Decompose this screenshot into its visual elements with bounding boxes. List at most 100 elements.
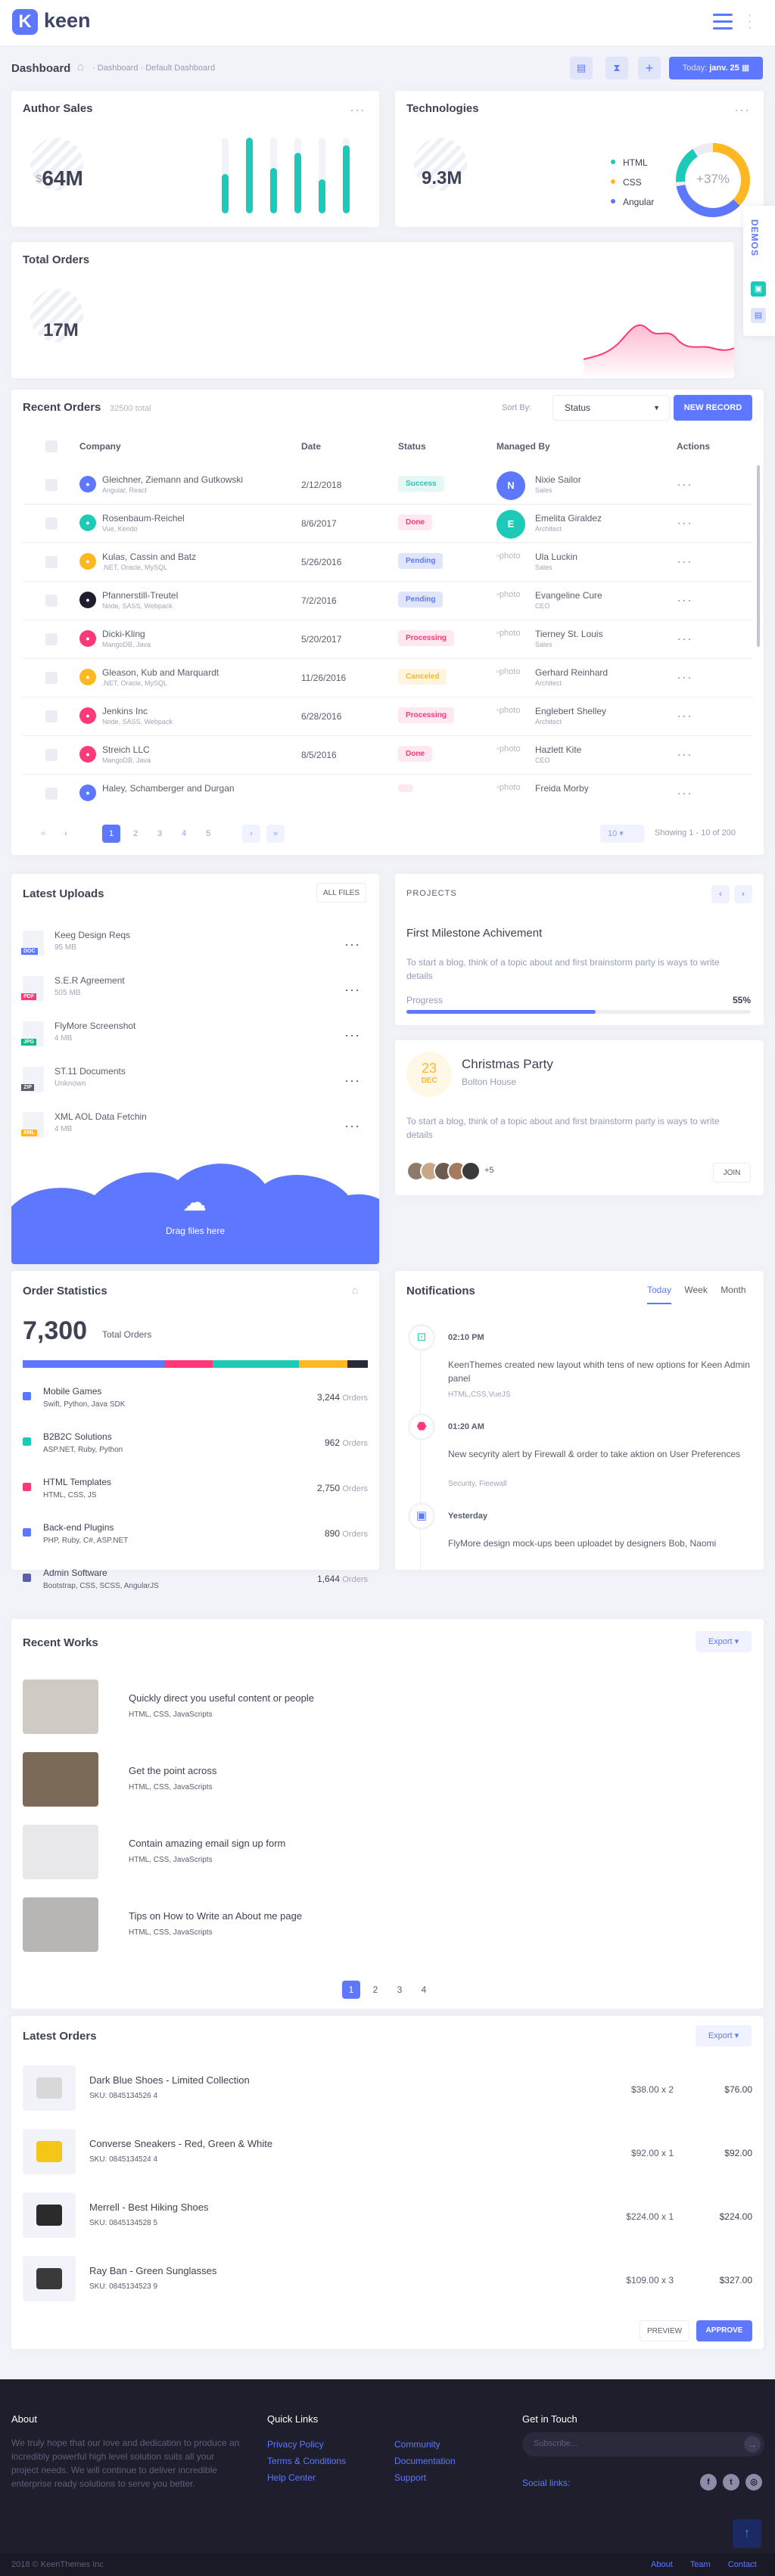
file-name[interactable]: S.E.R Agreement bbox=[54, 975, 125, 986]
company-name[interactable]: Jenkins Inc bbox=[102, 706, 148, 716]
subscribe-button[interactable]: → bbox=[744, 2436, 761, 2453]
toolbar-add-button[interactable]: + bbox=[638, 57, 661, 79]
link-support[interactable]: Support bbox=[394, 2469, 515, 2486]
settings-icon[interactable]: ⌂ bbox=[352, 1284, 358, 1296]
page-button-3[interactable]: 3 bbox=[151, 825, 169, 843]
tab-today[interactable]: Today bbox=[647, 1285, 672, 1304]
order-item[interactable]: Dark Blue Shoes - Limited Collection SKU:… bbox=[23, 2062, 752, 2115]
row-actions-icon[interactable]: ··· bbox=[677, 477, 693, 491]
stat-name[interactable]: Admin Software bbox=[43, 1568, 107, 1578]
table-scrollbar[interactable] bbox=[757, 465, 760, 647]
preview-button[interactable]: PREVIEW bbox=[640, 2320, 689, 2341]
manager-name[interactable]: Evangeline Cure bbox=[535, 590, 602, 601]
row-checkbox[interactable] bbox=[45, 672, 58, 684]
tab-week[interactable]: Week bbox=[684, 1285, 707, 1295]
product-name[interactable]: Dark Blue Shoes - Limited Collection bbox=[89, 2074, 250, 2086]
stat-name[interactable]: B2B2C Solutions bbox=[43, 1431, 112, 1442]
project-title[interactable]: First Milestone Achivement bbox=[406, 927, 542, 940]
drop-label[interactable]: Drag files here bbox=[11, 1226, 379, 1236]
twitter-icon[interactable]: t bbox=[723, 2474, 739, 2491]
bottom-contact[interactable]: Contact bbox=[728, 2560, 757, 2569]
link-privacy[interactable]: Privacy Policy bbox=[267, 2436, 388, 2453]
first-page-button[interactable]: « bbox=[34, 825, 52, 843]
row-checkbox[interactable] bbox=[45, 749, 58, 761]
col-managed-by[interactable]: Managed By bbox=[496, 441, 550, 452]
all-files-button[interactable]: ALL FILES bbox=[316, 883, 366, 903]
work-item[interactable]: Tips on How to Write an About me page HTM… bbox=[23, 1897, 752, 1955]
col-company[interactable]: Company bbox=[79, 441, 121, 452]
works-page-3[interactable]: 3 bbox=[391, 1981, 409, 1999]
company-name[interactable]: Gleason, Kub and Marquardt bbox=[102, 667, 219, 678]
new-record-button[interactable]: NEW RECORD bbox=[674, 395, 752, 421]
page-button-2[interactable]: 2 bbox=[126, 825, 145, 843]
more-icon[interactable]: ··· bbox=[350, 103, 366, 117]
company-name[interactable]: Pfannerstill-Treutel bbox=[102, 590, 178, 601]
col-actions[interactable]: Actions bbox=[677, 441, 710, 452]
product-name[interactable]: Ray Ban - Green Sunglasses bbox=[89, 2265, 216, 2276]
toolbar-button-2[interactable]: ⧗ bbox=[605, 57, 628, 79]
instagram-icon[interactable]: ◎ bbox=[745, 2474, 762, 2491]
stat-name[interactable]: Mobile Games bbox=[43, 1386, 101, 1397]
prev-page-button[interactable]: ‹ bbox=[57, 825, 75, 843]
works-page-4[interactable]: 4 bbox=[415, 1981, 433, 1999]
upload-item[interactable]: PDF S.E.R Agreement 505 MB ··· bbox=[21, 972, 368, 1010]
file-more-icon[interactable]: ··· bbox=[344, 983, 360, 996]
event-title[interactable]: Christmas Party bbox=[462, 1057, 553, 1072]
next-page-button[interactable]: › bbox=[242, 825, 260, 843]
last-page-button[interactable]: » bbox=[266, 825, 285, 843]
manager-name[interactable]: Freida Morby bbox=[535, 783, 589, 794]
work-title[interactable]: Contain amazing email sign up form bbox=[129, 1838, 285, 1849]
file-more-icon[interactable]: ··· bbox=[344, 937, 360, 951]
row-actions-icon[interactable]: ··· bbox=[677, 516, 693, 530]
logo-icon[interactable]: K bbox=[12, 9, 38, 35]
prev-project-button[interactable]: ‹ bbox=[711, 885, 730, 903]
export-button[interactable]: Export ▾ bbox=[696, 2025, 752, 2046]
row-actions-icon[interactable]: ··· bbox=[677, 670, 693, 684]
file-name[interactable]: FlyMore Screenshot bbox=[54, 1021, 135, 1031]
order-item[interactable]: Converse Sneakers - Red, Green & White SK… bbox=[23, 2125, 752, 2178]
row-checkbox[interactable] bbox=[45, 710, 58, 722]
tab-month[interactable]: Month bbox=[721, 1285, 745, 1295]
notification-item[interactable]: ▣ Yesterday FlyMore design mock-ups been u… bbox=[406, 1502, 752, 1570]
file-name[interactable]: XML AOL Data Fetchin bbox=[54, 1111, 147, 1122]
file-name[interactable]: Keeg Design Reqs bbox=[54, 930, 130, 940]
link-terms[interactable]: Terms & Conditions bbox=[267, 2453, 388, 2469]
page-button-4[interactable]: 4 bbox=[175, 825, 193, 843]
col-date[interactable]: Date bbox=[301, 441, 321, 452]
stat-name[interactable]: Back-end Plugins bbox=[43, 1522, 114, 1533]
company-name[interactable]: Streich LLC bbox=[102, 744, 150, 755]
manager-name[interactable]: Tierney St. Louis bbox=[535, 629, 603, 639]
work-title[interactable]: Quickly direct you useful content or peo… bbox=[129, 1692, 314, 1704]
next-project-button[interactable]: › bbox=[734, 885, 752, 903]
row-checkbox[interactable] bbox=[45, 517, 58, 530]
join-button[interactable]: JOIN bbox=[713, 1163, 751, 1182]
work-title[interactable]: Tips on How to Write an About me page bbox=[129, 1910, 302, 1922]
col-status[interactable]: Status bbox=[398, 441, 426, 452]
row-actions-icon[interactable]: ··· bbox=[677, 747, 693, 761]
row-actions-icon[interactable]: ··· bbox=[677, 632, 693, 645]
stat-name[interactable]: HTML Templates bbox=[43, 1477, 111, 1487]
works-page-1[interactable]: 1 bbox=[342, 1981, 360, 1999]
toolbar-button-1[interactable]: ▤ bbox=[570, 57, 593, 79]
demos-tab[interactable]: DEMOS ▣ ▤ bbox=[743, 206, 775, 336]
row-checkbox[interactable] bbox=[45, 556, 58, 568]
manager-name[interactable]: Gerhard Reinhard bbox=[535, 667, 608, 678]
page-button-5[interactable]: 5 bbox=[199, 825, 217, 843]
cart-icon[interactable]: ▣ bbox=[751, 281, 766, 297]
work-item[interactable]: Get the point across HTML, CSS, JavaScrip… bbox=[23, 1752, 752, 1810]
manager-name[interactable]: Nixie Sailor bbox=[535, 474, 581, 485]
manager-name[interactable]: Ula Luckin bbox=[535, 552, 577, 562]
file-more-icon[interactable]: ··· bbox=[344, 1028, 360, 1042]
subscribe-input[interactable]: Subscribe... → bbox=[522, 2432, 764, 2456]
select-all-checkbox[interactable] bbox=[45, 440, 58, 452]
breadcrumb-dashboard[interactable]: Dashboard bbox=[98, 64, 139, 73]
order-item[interactable]: Merrell - Best Hiking Shoes SKU: 08451345… bbox=[23, 2189, 752, 2242]
company-name[interactable]: Rosenbaum-Reichel bbox=[102, 513, 185, 524]
company-name[interactable]: Dicki-Kling bbox=[102, 629, 145, 639]
upload-item[interactable]: JPG FlyMore Screenshot 4 MB ··· bbox=[21, 1018, 368, 1055]
export-button[interactable]: Export ▾ bbox=[696, 1631, 752, 1652]
row-actions-icon[interactable]: ··· bbox=[677, 786, 693, 800]
work-item[interactable]: Contain amazing email sign up form HTML, … bbox=[23, 1825, 752, 1882]
row-checkbox[interactable] bbox=[45, 479, 58, 491]
link-help[interactable]: Help Center bbox=[267, 2469, 388, 2486]
